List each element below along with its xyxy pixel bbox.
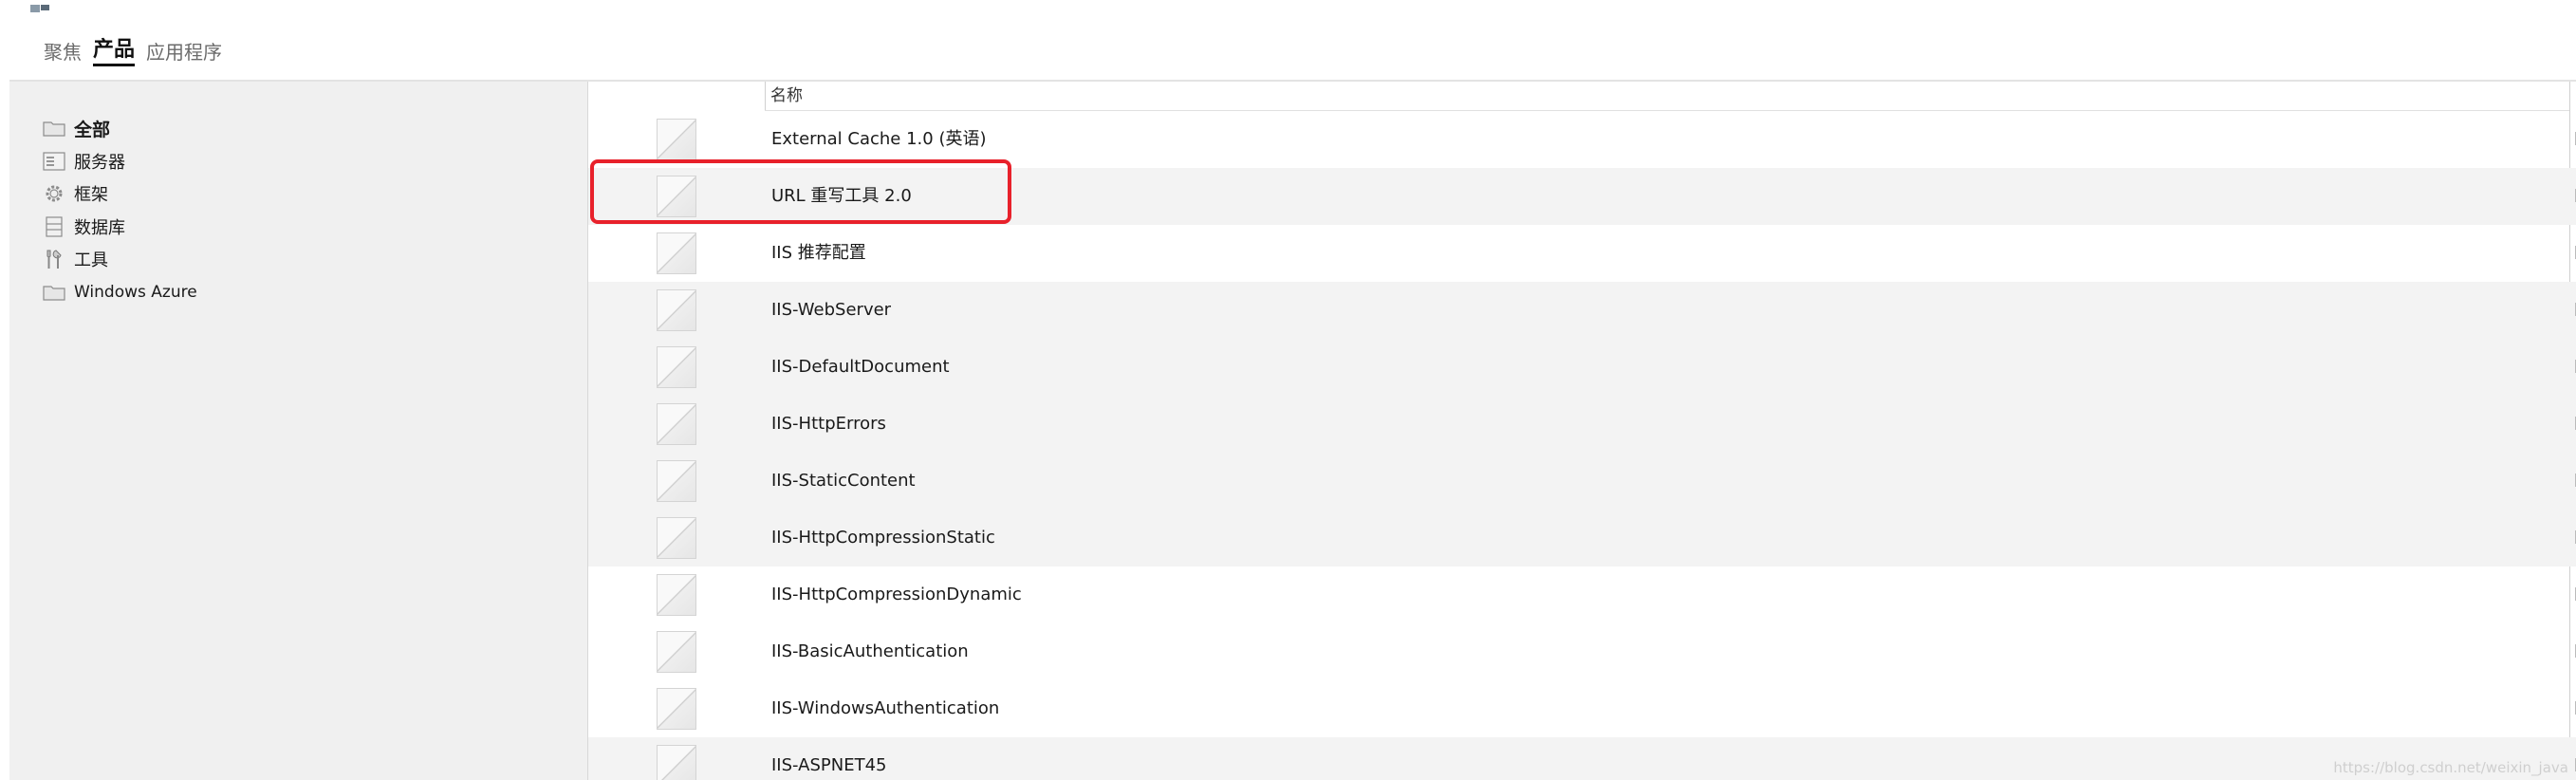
sidebar-item-label: 服务器 (74, 152, 125, 173)
folder-icon (42, 282, 66, 303)
product-list: 名称 External Cache 1.0 (英语) URL 重写工具 2.0 … (588, 82, 2576, 780)
column-separator[interactable] (765, 82, 766, 110)
product-name: URL 重写工具 2.0 (771, 186, 912, 206)
sidebar-item-label: Windows Azure (74, 282, 197, 302)
server-icon (42, 151, 66, 172)
list-item[interactable]: IIS 推荐配置 (588, 225, 2576, 282)
product-thumbnail-icon (657, 403, 696, 445)
product-name: IIS-WebServer (771, 300, 892, 320)
product-name: IIS-BasicAuthentication (771, 641, 969, 661)
folder-icon (42, 118, 66, 139)
product-thumbnail-icon (657, 574, 696, 616)
product-name: IIS-HttpCompressionDynamic (771, 585, 1022, 604)
product-thumbnail-icon (657, 346, 696, 388)
product-thumbnail-icon (657, 517, 696, 559)
list-item[interactable]: IIS-HttpCompressionDynamic (588, 566, 2576, 623)
product-thumbnail-icon (657, 745, 696, 780)
list-item[interactable]: URL 重写工具 2.0 (588, 168, 2576, 225)
list-item[interactable]: External Cache 1.0 (英语) (588, 111, 2576, 168)
product-name: IIS 推荐配置 (771, 243, 866, 263)
watermark: https://blog.csdn.net/weixin_java (2333, 759, 2568, 776)
list-item[interactable]: IIS-BasicAuthentication (588, 623, 2576, 680)
product-name: IIS-ASPNET45 (771, 755, 887, 775)
product-name: External Cache 1.0 (英语) (771, 129, 987, 149)
product-thumbnail-icon (657, 232, 696, 274)
sidebar-item-framework[interactable]: 框架 (42, 177, 197, 211)
tab-spotlight[interactable]: 聚焦 (44, 38, 82, 66)
sidebar-item-tools[interactable]: 工具 (42, 243, 197, 276)
product-name: IIS-WindowsAuthentication (771, 698, 1000, 718)
product-thumbnail-icon (657, 176, 696, 217)
list-item[interactable]: IIS-DefaultDocument (588, 339, 2576, 396)
sidebar-item-label: 框架 (74, 185, 108, 206)
sidebar-item-server[interactable]: 服务器 (42, 145, 197, 178)
list-item[interactable]: IIS-ASPNET45 (588, 737, 2576, 780)
product-name: IIS-DefaultDocument (771, 357, 950, 377)
column-header-name[interactable]: 名称 (770, 85, 803, 106)
product-name: IIS-HttpCompressionStatic (771, 528, 995, 548)
sidebar-item-label: 数据库 (74, 217, 125, 238)
product-thumbnail-icon (657, 289, 696, 331)
tab-products[interactable]: 产品 (93, 37, 136, 66)
list-item[interactable]: IIS-HttpCompressionStatic (588, 510, 2576, 566)
list-item[interactable]: IIS-StaticContent (588, 453, 2576, 510)
gear-icon (42, 183, 66, 204)
list-item[interactable]: IIS-HttpErrors (588, 396, 2576, 453)
database-icon (42, 216, 66, 237)
nav-tabs: 聚焦 产品 应用程序 (44, 28, 222, 66)
web-platform-installer-window: 聚焦 产品 应用程序 全部 服务器 框架 数据库 工具 Windows Azur… (0, 0, 2576, 780)
sidebar-item-label: 工具 (74, 251, 108, 271)
list-item[interactable]: IIS-WebServer (588, 282, 2576, 339)
tools-icon (42, 249, 66, 269)
product-thumbnail-icon (657, 460, 696, 502)
app-logo-icon (30, 0, 51, 12)
sidebar-item-all[interactable]: 全部 (42, 112, 197, 145)
product-name: IIS-HttpErrors (771, 414, 886, 434)
product-thumbnail-icon (657, 688, 696, 730)
product-name: IIS-StaticContent (771, 471, 916, 491)
product-thumbnail-icon (657, 119, 696, 160)
sidebar-item-windows-azure[interactable]: Windows Azure (42, 276, 197, 309)
category-sidebar: 全部 服务器 框架 数据库 工具 Windows Azure (9, 82, 588, 780)
sidebar-item-label: 全部 (74, 119, 111, 140)
sidebar-item-database[interactable]: 数据库 (42, 211, 197, 244)
tab-applications[interactable]: 应用程序 (146, 38, 222, 66)
product-thumbnail-icon (657, 631, 696, 673)
list-item[interactable]: IIS-WindowsAuthentication (588, 680, 2576, 737)
